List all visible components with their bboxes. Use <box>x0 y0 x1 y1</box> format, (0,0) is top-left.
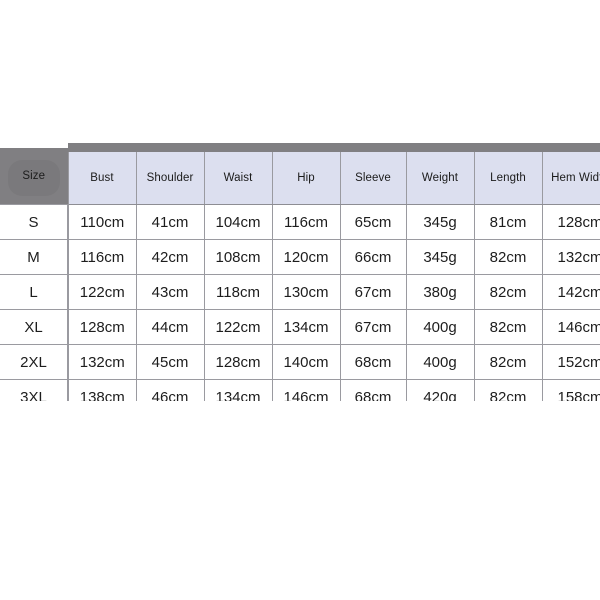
size-chart-container: Size Bust Shoulder Waist Hip Sleeve Weig… <box>0 143 600 401</box>
size-cell: XL <box>0 309 69 345</box>
column-header-length: Length <box>473 143 543 205</box>
measurement-cell: 46cm <box>135 379 205 401</box>
measurement-cell: 158cm <box>541 379 600 401</box>
measurement-cell: 110cm <box>67 204 137 240</box>
measurement-cell: 380g <box>405 274 475 310</box>
column-header-shoulder: Shoulder <box>135 143 205 205</box>
measurement-cell: 81cm <box>473 204 543 240</box>
column-header-hip: Hip <box>271 143 341 205</box>
measurement-cell: 152cm <box>541 344 600 380</box>
measurement-cell: 68cm <box>339 379 407 401</box>
measurement-cell: 82cm <box>473 379 543 401</box>
column-header-waist: Waist <box>203 143 273 205</box>
measurement-cell: 67cm <box>339 274 407 310</box>
measurement-cell: 400g <box>405 309 475 345</box>
size-cell: L <box>0 274 69 310</box>
size-cell: 2XL <box>0 344 69 380</box>
measurement-cell: 420g <box>405 379 475 401</box>
table-row: L 122cm 43cm 118cm 130cm 67cm 380g 82cm 142cm <box>0 274 600 310</box>
column-header-size-label: Size <box>22 169 46 182</box>
column-header-hem-width: Hem Width <box>541 143 600 205</box>
measurement-cell: 130cm <box>271 274 341 310</box>
measurement-cell: 128cm <box>67 309 137 345</box>
measurement-cell: 142cm <box>541 274 600 310</box>
measurement-cell: 44cm <box>135 309 205 345</box>
measurement-cell: 132cm <box>67 344 137 380</box>
table-row: 3XL 138cm 46cm 134cm 146cm 68cm 420g 82cm 158cm <box>0 379 600 401</box>
measurement-cell: 82cm <box>473 274 543 310</box>
measurement-cell: 42cm <box>135 239 205 275</box>
size-cell: 3XL <box>0 379 69 401</box>
measurement-cell: 43cm <box>135 274 205 310</box>
measurement-cell: 104cm <box>203 204 273 240</box>
measurement-cell: 68cm <box>339 344 407 380</box>
table-row: 2XL 132cm 45cm 128cm 140cm 68cm 400g 82cm 152cm <box>0 344 600 380</box>
measurement-cell: 138cm <box>67 379 137 401</box>
table-header: Size Bust Shoulder Waist Hip Sleeve Weig… <box>0 143 600 205</box>
measurement-cell: 65cm <box>339 204 407 240</box>
measurement-cell: 82cm <box>473 239 543 275</box>
measurement-cell: 134cm <box>271 309 341 345</box>
measurement-cell: 41cm <box>135 204 205 240</box>
measurement-cell: 140cm <box>271 344 341 380</box>
measurement-cell: 67cm <box>339 309 407 345</box>
measurement-cell: 120cm <box>271 239 341 275</box>
measurement-cell: 132cm <box>541 239 600 275</box>
table-row: S 110cm 41cm 104cm 116cm 65cm 345g 81cm 128cm <box>0 204 600 240</box>
measurement-cell: 146cm <box>541 309 600 345</box>
measurement-cell: 345g <box>405 204 475 240</box>
column-header-sleeve: Sleeve <box>339 143 407 205</box>
table-row: XL 128cm 44cm 122cm 134cm 67cm 400g 82cm 146cm <box>0 309 600 345</box>
measurement-cell: 116cm <box>271 204 341 240</box>
table-row: M 116cm 42cm 108cm 120cm 66cm 345g 82cm 132cm <box>0 239 600 275</box>
column-header-bust: Bust <box>67 143 137 205</box>
measurement-cell: 116cm <box>67 239 137 275</box>
column-header-weight: Weight <box>405 143 475 205</box>
column-header-size: Size <box>0 147 68 205</box>
measurement-cell: 108cm <box>203 239 273 275</box>
measurement-cell: 82cm <box>473 309 543 345</box>
measurement-cell: 134cm <box>203 379 273 401</box>
measurement-cell: 146cm <box>271 379 341 401</box>
measurement-cell: 82cm <box>473 344 543 380</box>
size-chart-table: Size Bust Shoulder Waist Hip Sleeve Weig… <box>0 143 600 401</box>
measurement-cell: 66cm <box>339 239 407 275</box>
measurement-cell: 128cm <box>203 344 273 380</box>
measurement-cell: 122cm <box>203 309 273 345</box>
header-row: Size Bust Shoulder Waist Hip Sleeve Weig… <box>0 143 600 205</box>
size-cell: S <box>0 204 69 240</box>
measurement-cell: 118cm <box>203 274 273 310</box>
measurement-cell: 128cm <box>541 204 600 240</box>
measurement-cell: 45cm <box>135 344 205 380</box>
table-body: S 110cm 41cm 104cm 116cm 65cm 345g 81cm 128cm M 11… <box>0 204 600 401</box>
measurement-cell: 345g <box>405 239 475 275</box>
measurement-cell: 122cm <box>67 274 137 310</box>
size-cell: M <box>0 239 69 275</box>
measurement-cell: 400g <box>405 344 475 380</box>
